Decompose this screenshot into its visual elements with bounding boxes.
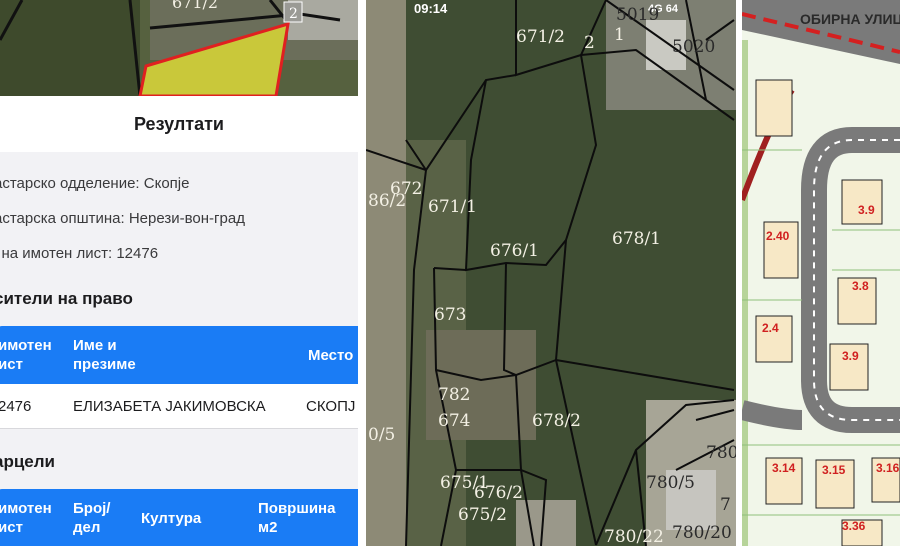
cadastral-map-panel[interactable]: 09:14 4G 64 5019 671/2 2 1 5020 86/2 672… — [366, 0, 736, 546]
parcel-label-675-2: 675/2 — [458, 505, 507, 525]
lot-number: 2.40 — [766, 229, 790, 243]
cadastral-map[interactable]: 09:14 4G 64 5019 671/2 2 1 5020 86/2 672… — [366, 0, 736, 546]
results-panel: 671/2 2 Резултати астарско одделение: Ск… — [0, 0, 358, 546]
parcel-label-780-22: 780/22 — [604, 527, 664, 546]
street-name: ОБИРНА УЛИЦА 16 — [800, 11, 900, 27]
parcel-label-674: 674 — [438, 411, 470, 431]
parcel-label-5019: 5019 — [616, 5, 659, 25]
owners-col-sheet: имотен ист — [0, 337, 52, 373]
urban-plan-map[interactable]: ОБИРНА УЛИЦА 16 2.40 2.4 3.8 — [742, 0, 900, 546]
owner-place-cell: СКОПЈ — [306, 398, 356, 415]
map-label: 2 — [289, 6, 298, 22]
parcel-label-672: 672 — [390, 179, 422, 199]
parcel-label-5020: 5020 — [672, 37, 715, 57]
parcel-label-782: 782 — [438, 385, 470, 405]
cadastral-municipality: астарска општина: Нерези-вон-град — [0, 210, 245, 227]
parcel-label-7: 7 — [720, 495, 731, 515]
satellite-map-strip[interactable]: 671/2 2 — [0, 0, 358, 96]
lot-number: 3.16 — [876, 461, 900, 475]
divider — [358, 0, 366, 546]
results-title: Резултати — [134, 114, 224, 134]
parcel-label-0-5: 0/5 — [368, 425, 395, 445]
parcel-label-678-2: 678/2 — [532, 411, 581, 431]
parcel-label-671-2: 671/2 — [516, 27, 565, 47]
lot-number: 3.36 — [842, 519, 866, 533]
owners-col-name: Име и презиме — [73, 337, 136, 373]
parcel-label-2: 2 — [584, 33, 595, 53]
lot-number: 2.4 — [762, 321, 779, 335]
owners-section-title: сители на право — [0, 289, 133, 308]
lot-number: 3.9 — [858, 203, 875, 217]
parcels-col-sheet: имотен ист — [0, 500, 52, 536]
parcels-table-header: имотен ист Број/ дел Култура Површина м2 — [0, 489, 358, 546]
lot-number: 3.15 — [822, 463, 846, 477]
lot-number: 3.14 — [772, 461, 796, 475]
parcel-label-671-1: 671/1 — [428, 197, 477, 217]
parcel-label-780-5: 780/5 — [646, 473, 695, 493]
parcel-label-1: 1 — [614, 25, 625, 45]
map-label: 671/2 — [172, 0, 218, 12]
lot-number: 3.9 — [842, 349, 859, 363]
lot-number: 3.8 — [852, 279, 869, 293]
parcels-col-area: Површина м2 — [258, 500, 336, 536]
owner-name-cell: ЕЛИЗАБЕТА ЈАКИМОВСКА — [73, 398, 266, 415]
parcels-col-culture: Култура — [141, 510, 202, 527]
cadastral-department: астарско одделение: Скопје — [0, 175, 190, 192]
parcels-section-title: арцели — [0, 452, 55, 471]
parcel-label-676-2: 676/2 — [474, 483, 523, 503]
parcels-col-number: Број/ дел — [73, 500, 111, 536]
results-header: Резултати — [0, 96, 358, 152]
parcel-label-678-1: 678/1 — [612, 229, 661, 249]
property-sheet-number: j на имотен лист: 12476 — [0, 245, 159, 262]
owner-sheet-cell: 2476 — [0, 398, 32, 415]
urban-plan-panel[interactable]: ОБИРНА УЛИЦА 16 2.40 2.4 3.8 — [742, 0, 900, 546]
owners-table-header: имотен ист Име и презиме Место — [0, 326, 358, 384]
parcel-label-780: 780 — [706, 443, 736, 463]
table-row[interactable]: 2476 ЕЛИЗАБЕТА ЈАКИМОВСКА СКОПЈ — [0, 384, 358, 429]
owners-col-place: Место — [308, 347, 354, 364]
parcel-label-673: 673 — [434, 305, 466, 325]
parcel-label-780-20: 780/20 — [672, 523, 732, 543]
status-time: 09:14 — [414, 1, 448, 16]
parcel-label-676-1: 676/1 — [490, 241, 539, 261]
